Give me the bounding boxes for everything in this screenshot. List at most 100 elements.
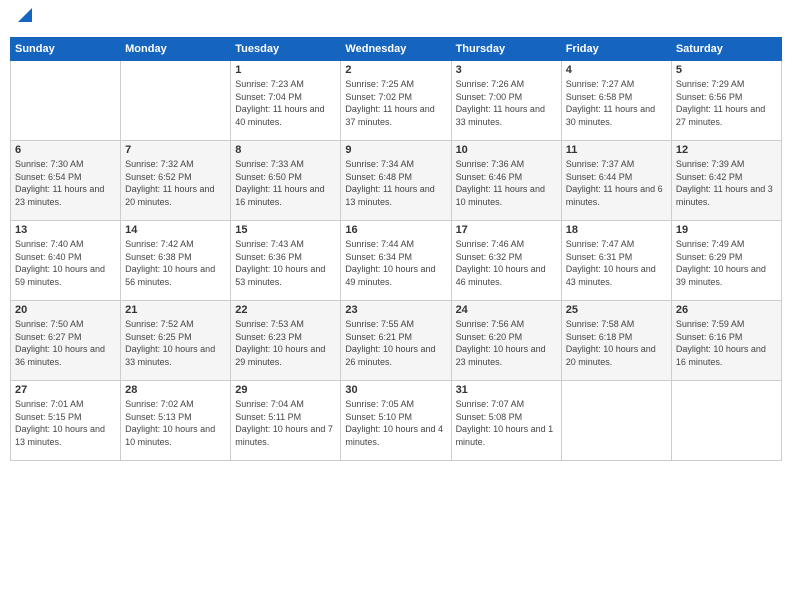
cell-content: Sunrise: 7:39 AM Sunset: 6:42 PM Dayligh… xyxy=(676,158,777,208)
cell-content: Sunrise: 7:27 AM Sunset: 6:58 PM Dayligh… xyxy=(566,78,667,128)
calendar-cell: 16 Sunrise: 7:44 AM Sunset: 6:34 PM Dayli… xyxy=(341,221,451,301)
cell-content: Sunrise: 7:37 AM Sunset: 6:44 PM Dayligh… xyxy=(566,158,667,208)
cell-content: Sunrise: 7:53 AM Sunset: 6:23 PM Dayligh… xyxy=(235,318,336,368)
cell-content: Sunrise: 7:05 AM Sunset: 5:10 PM Dayligh… xyxy=(345,398,446,448)
calendar-cell: 19 Sunrise: 7:49 AM Sunset: 6:29 PM Dayli… xyxy=(671,221,781,301)
day-number: 31 xyxy=(456,384,557,396)
day-number: 22 xyxy=(235,304,336,316)
cell-content: Sunrise: 7:26 AM Sunset: 7:00 PM Dayligh… xyxy=(456,78,557,128)
cell-content: Sunrise: 7:43 AM Sunset: 6:36 PM Dayligh… xyxy=(235,238,336,288)
calendar-cell: 21 Sunrise: 7:52 AM Sunset: 6:25 PM Dayli… xyxy=(121,301,231,381)
day-number: 9 xyxy=(345,144,446,156)
cell-content: Sunrise: 7:59 AM Sunset: 6:16 PM Dayligh… xyxy=(676,318,777,368)
calendar-cell: 24 Sunrise: 7:56 AM Sunset: 6:20 PM Dayli… xyxy=(451,301,561,381)
page-header xyxy=(10,10,782,31)
calendar-cell: 30 Sunrise: 7:05 AM Sunset: 5:10 PM Dayli… xyxy=(341,381,451,461)
day-number: 12 xyxy=(676,144,777,156)
day-number: 21 xyxy=(125,304,226,316)
cell-content: Sunrise: 7:36 AM Sunset: 6:46 PM Dayligh… xyxy=(456,158,557,208)
col-header-thursday: Thursday xyxy=(451,38,561,61)
calendar-cell xyxy=(561,381,671,461)
day-number: 16 xyxy=(345,224,446,236)
calendar-cell: 11Sunrise: 7:37 AM Sunset: 6:44 PM Dayli… xyxy=(561,141,671,221)
day-number: 6 xyxy=(15,144,116,156)
calendar-cell: 7Sunrise: 7:32 AM Sunset: 6:52 PM Daylig… xyxy=(121,141,231,221)
calendar-cell xyxy=(671,381,781,461)
logo xyxy=(10,10,36,31)
cell-content: Sunrise: 7:33 AM Sunset: 6:50 PM Dayligh… xyxy=(235,158,336,208)
cell-content: Sunrise: 7:44 AM Sunset: 6:34 PM Dayligh… xyxy=(345,238,446,288)
col-header-wednesday: Wednesday xyxy=(341,38,451,61)
col-header-friday: Friday xyxy=(561,38,671,61)
cell-content: Sunrise: 7:34 AM Sunset: 6:48 PM Dayligh… xyxy=(345,158,446,208)
col-header-monday: Monday xyxy=(121,38,231,61)
cell-content: Sunrise: 7:49 AM Sunset: 6:29 PM Dayligh… xyxy=(676,238,777,288)
cell-content: Sunrise: 7:58 AM Sunset: 6:18 PM Dayligh… xyxy=(566,318,667,368)
day-number: 19 xyxy=(676,224,777,236)
cell-content: Sunrise: 7:23 AM Sunset: 7:04 PM Dayligh… xyxy=(235,78,336,128)
cell-content: Sunrise: 7:01 AM Sunset: 5:15 PM Dayligh… xyxy=(15,398,116,448)
calendar-table: SundayMondayTuesdayWednesdayThursdayFrid… xyxy=(10,37,782,461)
cell-content: Sunrise: 7:40 AM Sunset: 6:40 PM Dayligh… xyxy=(15,238,116,288)
col-header-sunday: Sunday xyxy=(11,38,121,61)
calendar-cell: 1 Sunrise: 7:23 AM Sunset: 7:04 PM Daylig… xyxy=(231,61,341,141)
cell-content: Sunrise: 7:29 AM Sunset: 6:56 PM Dayligh… xyxy=(676,78,777,128)
calendar-cell: 29Sunrise: 7:04 AM Sunset: 5:11 PM Dayli… xyxy=(231,381,341,461)
day-number: 15 xyxy=(235,224,336,236)
day-number: 28 xyxy=(125,384,226,396)
cell-content: Sunrise: 7:25 AM Sunset: 7:02 PM Dayligh… xyxy=(345,78,446,128)
cell-content: Sunrise: 7:30 AM Sunset: 6:54 PM Dayligh… xyxy=(15,158,116,208)
cell-content: Sunrise: 7:52 AM Sunset: 6:25 PM Dayligh… xyxy=(125,318,226,368)
day-number: 1 xyxy=(235,64,336,76)
day-number: 14 xyxy=(125,224,226,236)
day-number: 13 xyxy=(15,224,116,236)
day-number: 24 xyxy=(456,304,557,316)
cell-content: Sunrise: 7:02 AM Sunset: 5:13 PM Dayligh… xyxy=(125,398,226,448)
calendar-cell: 6 Sunrise: 7:30 AM Sunset: 6:54 PM Daylig… xyxy=(11,141,121,221)
day-number: 26 xyxy=(676,304,777,316)
day-number: 7 xyxy=(125,144,226,156)
cell-content: Sunrise: 7:47 AM Sunset: 6:31 PM Dayligh… xyxy=(566,238,667,288)
calendar-cell: 13 Sunrise: 7:40 AM Sunset: 6:40 PM Dayli… xyxy=(11,221,121,301)
calendar-cell: 12 Sunrise: 7:39 AM Sunset: 6:42 PM Dayli… xyxy=(671,141,781,221)
calendar-cell: 3 Sunrise: 7:26 AM Sunset: 7:00 PM Daylig… xyxy=(451,61,561,141)
cell-content: Sunrise: 7:55 AM Sunset: 6:21 PM Dayligh… xyxy=(345,318,446,368)
calendar-cell: 17 Sunrise: 7:46 AM Sunset: 6:32 PM Dayli… xyxy=(451,221,561,301)
day-number: 8 xyxy=(235,144,336,156)
calendar-cell xyxy=(121,61,231,141)
calendar-cell: 8 Sunrise: 7:33 AM Sunset: 6:50 PM Daylig… xyxy=(231,141,341,221)
calendar-cell: 15 Sunrise: 7:43 AM Sunset: 6:36 PM Dayli… xyxy=(231,221,341,301)
day-number: 20 xyxy=(15,304,116,316)
cell-content: Sunrise: 7:04 AM Sunset: 5:11 PM Dayligh… xyxy=(235,398,336,448)
calendar-cell: 22 Sunrise: 7:53 AM Sunset: 6:23 PM Dayli… xyxy=(231,301,341,381)
cell-content: Sunrise: 7:56 AM Sunset: 6:20 PM Dayligh… xyxy=(456,318,557,368)
calendar-cell: 2 Sunrise: 7:25 AM Sunset: 7:02 PM Daylig… xyxy=(341,61,451,141)
calendar-cell: 31 Sunrise: 7:07 AM Sunset: 5:08 PM Dayli… xyxy=(451,381,561,461)
day-number: 23 xyxy=(345,304,446,316)
calendar-cell: 4 Sunrise: 7:27 AM Sunset: 6:58 PM Daylig… xyxy=(561,61,671,141)
day-number: 17 xyxy=(456,224,557,236)
day-number: 30 xyxy=(345,384,446,396)
calendar-cell: 26 Sunrise: 7:59 AM Sunset: 6:16 PM Dayli… xyxy=(671,301,781,381)
day-number: 4 xyxy=(566,64,667,76)
day-number: 18 xyxy=(566,224,667,236)
calendar-cell: 25 Sunrise: 7:58 AM Sunset: 6:18 PM Dayli… xyxy=(561,301,671,381)
day-number: 2 xyxy=(345,64,446,76)
day-number: 10 xyxy=(456,144,557,156)
col-header-saturday: Saturday xyxy=(671,38,781,61)
day-number: 27 xyxy=(15,384,116,396)
calendar-cell: 14Sunrise: 7:42 AM Sunset: 6:38 PM Dayli… xyxy=(121,221,231,301)
calendar-cell: 28 Sunrise: 7:02 AM Sunset: 5:13 PM Dayli… xyxy=(121,381,231,461)
calendar-cell xyxy=(11,61,121,141)
cell-content: Sunrise: 7:46 AM Sunset: 6:32 PM Dayligh… xyxy=(456,238,557,288)
calendar-cell: 27 Sunrise: 7:01 AM Sunset: 5:15 PM Dayli… xyxy=(11,381,121,461)
calendar-cell: 23 Sunrise: 7:55 AM Sunset: 6:21 PM Dayli… xyxy=(341,301,451,381)
col-header-tuesday: Tuesday xyxy=(231,38,341,61)
calendar-cell: 20 Sunrise: 7:50 AM Sunset: 6:27 PM Dayli… xyxy=(11,301,121,381)
day-number: 3 xyxy=(456,64,557,76)
cell-content: Sunrise: 7:50 AM Sunset: 6:27 PM Dayligh… xyxy=(15,318,116,368)
cell-content: Sunrise: 7:07 AM Sunset: 5:08 PM Dayligh… xyxy=(456,398,557,448)
calendar-cell: 5Sunrise: 7:29 AM Sunset: 6:56 PM Daylig… xyxy=(671,61,781,141)
calendar-cell: 9 Sunrise: 7:34 AM Sunset: 6:48 PM Daylig… xyxy=(341,141,451,221)
day-number: 25 xyxy=(566,304,667,316)
